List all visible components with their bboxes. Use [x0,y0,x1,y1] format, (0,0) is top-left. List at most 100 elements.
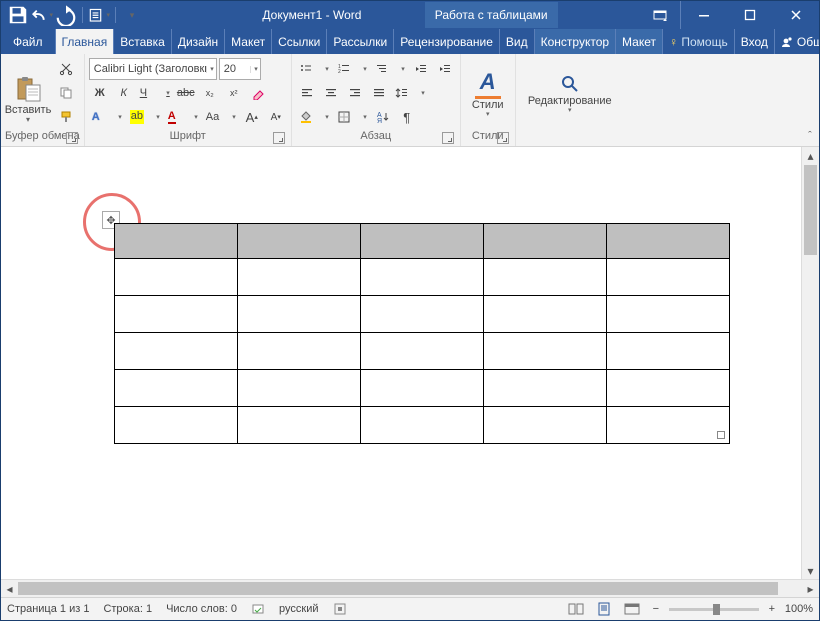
minimize-button[interactable] [681,1,727,29]
tab-insert[interactable]: Вставка [114,29,172,54]
sort-button[interactable]: AЯ [372,106,394,128]
share-button[interactable]: Общий доступ [775,29,820,54]
font-size-value: 20 [224,63,250,75]
svg-text:2: 2 [338,69,341,75]
status-language[interactable]: русский [279,603,318,615]
tab-layout[interactable]: Макет [225,29,272,54]
zoom-in-button[interactable]: + [765,603,779,615]
tab-home[interactable]: Главная [56,29,115,54]
zoom-out-button[interactable]: − [649,603,663,615]
tab-view[interactable]: Вид [500,29,535,54]
text-effects-button[interactable]: A▾ [89,106,125,128]
zoom-level[interactable]: 100% [785,603,813,615]
close-button[interactable] [773,1,819,29]
view-web-layout[interactable] [621,600,643,618]
increase-indent-button[interactable] [434,58,456,80]
cut-button[interactable] [55,58,77,80]
view-print-layout[interactable] [593,600,615,618]
format-painter-button[interactable] [55,106,77,128]
scroll-thumb[interactable] [804,165,817,255]
tab-review[interactable]: Рецензирование [394,29,500,54]
horizontal-scrollbar[interactable]: ◂ ▸ [1,579,819,597]
sign-in[interactable]: Вход [735,29,775,54]
scroll-down-button[interactable]: ▾ [802,562,819,579]
justify-button[interactable] [368,82,390,104]
hscroll-thumb[interactable] [18,582,778,595]
table-resize-handle[interactable] [717,431,725,439]
bold-button[interactable]: Ж [89,82,111,104]
undo-button[interactable]: ▾ [31,4,53,26]
group-styles: A Стили ▾ Стили [461,54,516,146]
group-clipboard: Вставить ▾ Буфер обмена [1,54,85,146]
status-spellcheck[interactable] [251,602,265,616]
tab-mailings[interactable]: Рассылки [327,29,394,54]
align-right-button[interactable] [344,82,366,104]
line-spacing-button[interactable]: ▾ [392,82,428,104]
paste-button[interactable]: Вставить ▾ [5,56,51,124]
vertical-scrollbar[interactable]: ▴ ▾ [801,147,819,579]
borders-button[interactable]: ▾ [334,106,370,128]
show-marks-button[interactable]: ¶ [396,106,418,128]
tab-table-layout[interactable]: Макет [616,29,663,54]
collapse-ribbon-button[interactable]: ˆ [801,54,819,146]
ribbon-display-options[interactable] [640,1,681,29]
ribbon-tabs: Файл Главная Вставка Дизайн Макет Ссылки… [1,29,819,54]
status-page[interactable]: Страница 1 из 1 [7,603,89,615]
word-window: ▾ ▾ ▾ Документ1 - Word Работа с таблицам… [0,0,820,621]
grow-font-button[interactable]: A▴ [241,106,263,128]
shading-button[interactable]: ▾ [296,106,332,128]
font-color-button[interactable]: A▾ [165,106,201,128]
word-table[interactable] [114,223,730,444]
shrink-font-button[interactable]: A▾ [265,106,287,128]
page[interactable]: ✥ [1,147,791,579]
clipboard-launcher[interactable] [66,132,78,144]
scroll-right-button[interactable]: ▸ [802,580,819,597]
bullets-button[interactable]: ▾ [296,58,332,80]
font-size-combo[interactable]: 20▾ [219,58,261,80]
decrease-indent-button[interactable] [410,58,432,80]
ribbon: Вставить ▾ Буфер обмена Calibri Light (З… [1,54,819,147]
qat-customize[interactable]: ▾ [121,4,143,26]
status-line[interactable]: Строка: 1 [103,603,152,615]
scroll-up-button[interactable]: ▴ [802,147,819,164]
scroll-left-button[interactable]: ◂ [1,580,18,597]
redo-button[interactable] [55,4,77,26]
copy-button[interactable] [55,82,77,104]
clear-formatting-button[interactable] [247,82,269,104]
subscript-button[interactable]: x₂ [199,82,221,104]
status-bar: Страница 1 из 1 Строка: 1 Число слов: 0 … [1,597,819,620]
status-macro[interactable] [333,602,347,616]
tab-table-design[interactable]: Конструктор [535,29,616,54]
strike-button[interactable]: abc [175,82,197,104]
change-case-button[interactable]: Aa▾ [203,106,239,128]
zoom-slider[interactable] [669,608,759,611]
highlight-button[interactable]: ab▾ [127,106,163,128]
save-button[interactable] [7,4,29,26]
document-area: ✥ ▴ ▾ [1,147,819,579]
underline-button[interactable]: Ч▾ [137,82,173,104]
tab-design[interactable]: Дизайн [172,29,225,54]
paragraph-launcher[interactable] [442,132,454,144]
tell-me[interactable]: ♀ Помощь [663,29,735,54]
styles-launcher[interactable] [497,132,509,144]
maximize-button[interactable] [727,1,773,29]
page-viewport[interactable]: ✥ [1,147,801,579]
tab-file[interactable]: Файл [1,29,56,54]
italic-button[interactable]: К [113,82,135,104]
multilevel-button[interactable]: ▾ [372,58,408,80]
align-left-button[interactable] [296,82,318,104]
status-words[interactable]: Число слов: 0 [166,603,237,615]
svg-text:Я: Я [377,118,382,124]
font-name-combo[interactable]: Calibri Light (Заголовки)▾ [89,58,217,80]
align-center-button[interactable] [320,82,342,104]
superscript-button[interactable]: x² [223,82,245,104]
styles-button[interactable]: A Стили ▾ [465,69,511,118]
editing-button[interactable]: Редактирование ▾ [520,73,620,114]
qat-item[interactable]: ▾ [88,4,110,26]
view-read-mode[interactable] [565,600,587,618]
numbering-button[interactable]: 12▾ [334,58,370,80]
group-font: Calibri Light (Заголовки)▾ 20▾ Ж К Ч▾ ab… [85,54,292,146]
tell-me-label: Помощь [681,35,727,49]
font-launcher[interactable] [273,132,285,144]
tab-references[interactable]: Ссылки [272,29,327,54]
